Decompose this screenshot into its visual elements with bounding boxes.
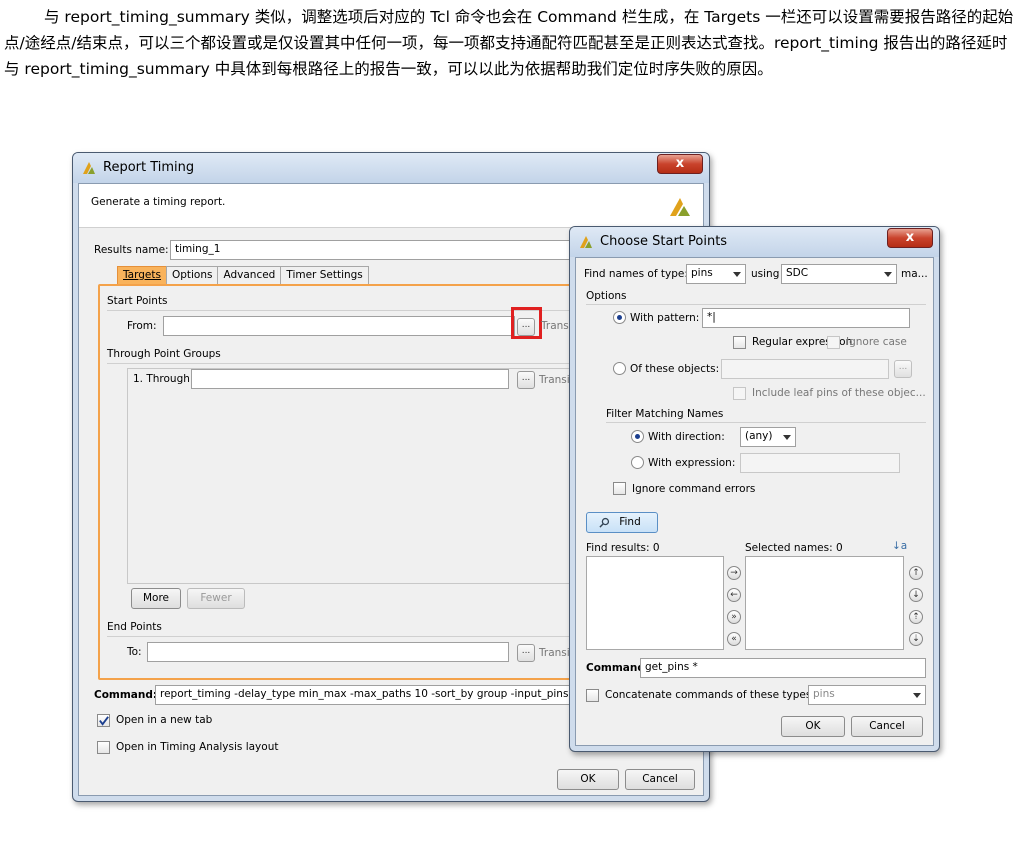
through-browse-button[interactable]: ... (517, 371, 535, 389)
dialog-subtitle: Generate a timing report. (91, 196, 226, 208)
with-expression-label: With expression: (648, 457, 736, 469)
through-input[interactable] (191, 369, 509, 389)
fewer-button[interactable]: Fewer (187, 588, 245, 609)
report-timing-title: Report Timing (103, 160, 195, 175)
find-results-list[interactable] (586, 556, 724, 650)
through-groups-area (127, 368, 612, 584)
choose-ok-button[interactable]: OK (781, 716, 845, 737)
add-selected-icon[interactable]: → (727, 566, 741, 580)
through-label: 1. Through: (133, 373, 194, 385)
results-name-label: Results name: (94, 244, 169, 256)
move-bottom-icon[interactable]: ⇣ (909, 632, 923, 646)
open-layout-label: Open in Timing Analysis layout (116, 741, 279, 753)
concat-checkbox[interactable] (586, 689, 599, 702)
sort-icon[interactable]: ↓a (892, 540, 907, 552)
with-direction-label: With direction: (648, 431, 725, 443)
report-timing-titlebar[interactable]: Report Timing (73, 153, 709, 183)
through-transit-label: Transi (539, 374, 570, 386)
remove-selected-icon[interactable]: ← (727, 588, 741, 602)
to-input[interactable] (147, 642, 509, 662)
open-layout-checkbox[interactable] (97, 741, 110, 754)
vivado-logo-icon (83, 162, 95, 174)
from-transit-label: Transi (541, 320, 572, 332)
ignore-case-label: Ignore case (846, 336, 907, 348)
ignore-case-checkbox[interactable] (827, 336, 840, 349)
choose-start-points-dialog: Choose Start Points x Find names of type… (569, 226, 940, 752)
command-field[interactable]: report_timing -delay_type min_max -max_p… (155, 685, 620, 705)
report-timing-cancel-button[interactable]: Cancel (625, 769, 695, 790)
tab-targets[interactable]: Targets (117, 266, 167, 284)
choose-cancel-button[interactable]: Cancel (851, 716, 923, 737)
to-transit-label: Transi (539, 647, 570, 659)
tab-advanced[interactable]: Advanced (217, 266, 282, 284)
expression-input[interactable] (740, 453, 900, 473)
results-name-input[interactable]: timing_1 (170, 240, 590, 260)
xilinx-logo-icon (670, 198, 690, 216)
concat-label: Concatenate commands of these types: (605, 689, 815, 701)
from-input[interactable] (163, 316, 515, 336)
tab-options[interactable]: Options (165, 266, 219, 284)
find-results-label: Find results: 0 (586, 542, 660, 554)
choose-client: Find names of type: pins using SDC ma...… (575, 257, 934, 746)
using-label: using (751, 268, 780, 280)
to-browse-button[interactable]: ... (517, 644, 535, 662)
with-expression-radio[interactable] (631, 456, 644, 469)
tab-timer-settings[interactable]: Timer Settings (280, 266, 369, 284)
to-label: To: (127, 646, 142, 658)
add-all-icon[interactable]: » (727, 610, 741, 624)
type-select[interactable]: pins (686, 264, 746, 284)
move-up-icon[interactable]: ⇡ (909, 610, 923, 624)
command-label: Command: (94, 689, 158, 701)
more-button[interactable]: More (131, 588, 181, 609)
body-paragraph: 与 report_timing_summary 类似，调整选项后对应的 Tcl … (4, 8, 1014, 78)
selected-names-label: Selected names: 0 (745, 542, 843, 554)
header-area: Generate a timing report. (79, 184, 703, 228)
more-options-label: ma... (901, 268, 928, 280)
move-top-icon[interactable]: ↑ (909, 566, 923, 580)
end-points-heading: End Points (107, 621, 162, 633)
checkmark-icon (99, 716, 109, 726)
regex-checkbox[interactable] (733, 336, 746, 349)
of-objects-radio[interactable] (613, 362, 626, 375)
choose-title: Choose Start Points (600, 234, 728, 249)
with-direction-radio[interactable] (631, 430, 644, 443)
with-pattern-radio[interactable] (613, 311, 626, 324)
filter-heading: Filter Matching Names (606, 408, 724, 420)
find-type-label: Find names of type: (584, 268, 688, 280)
choose-close-button[interactable]: x (887, 228, 933, 248)
pattern-input[interactable]: *| (702, 308, 910, 328)
start-points-heading: Start Points (107, 295, 168, 307)
include-leaf-label: Include leaf pins of these objec... (752, 387, 926, 399)
concat-select[interactable]: pins (808, 685, 926, 705)
find-button[interactable]: Find (586, 512, 658, 533)
using-select[interactable]: SDC (781, 264, 897, 284)
search-icon (599, 517, 610, 528)
of-objects-label: Of these objects: (630, 363, 720, 375)
options-heading: Options (586, 290, 627, 302)
with-pattern-label: With pattern: (630, 312, 700, 324)
ignore-errors-checkbox[interactable] (613, 482, 626, 495)
remove-all-icon[interactable]: « (727, 632, 741, 646)
open-new-tab-checkbox[interactable] (97, 714, 110, 727)
choose-titlebar[interactable]: Choose Start Points (570, 227, 939, 257)
report-timing-close-button[interactable]: x (657, 154, 703, 174)
objects-browse-button[interactable]: ... (894, 360, 912, 378)
vivado-logo-icon (580, 236, 592, 248)
move-down-icon[interactable]: ↓ (909, 588, 923, 602)
objects-input[interactable] (721, 359, 889, 379)
from-label: From: (127, 320, 157, 332)
selected-names-list[interactable] (745, 556, 904, 650)
ignore-errors-label: Ignore command errors (632, 483, 756, 495)
choose-command-field[interactable]: get_pins * (640, 658, 926, 678)
direction-select[interactable]: (any) (740, 427, 796, 447)
through-groups-heading: Through Point Groups (107, 348, 221, 360)
report-timing-ok-button[interactable]: OK (557, 769, 619, 790)
open-new-tab-label: Open in a new tab (116, 714, 213, 726)
highlight-box (511, 307, 542, 339)
tab-bar: Targets Options Advanced Timer Settings (117, 266, 369, 284)
include-leaf-checkbox[interactable] (733, 387, 746, 400)
